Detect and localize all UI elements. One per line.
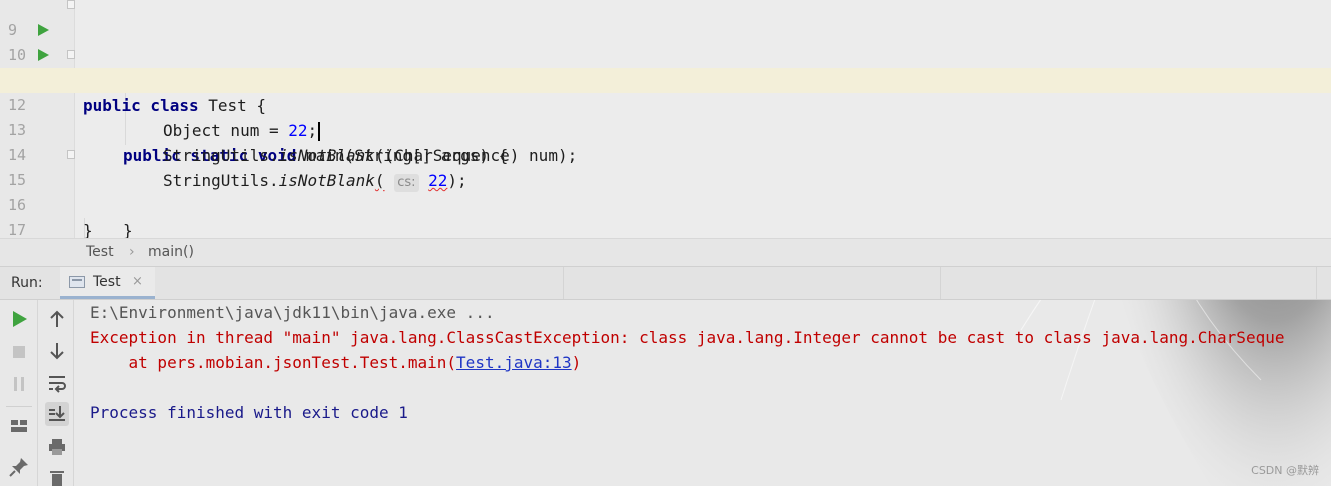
breadcrumb: Test › main(): [0, 238, 1331, 267]
fold-icon[interactable]: [67, 0, 75, 9]
print-icon[interactable]: [45, 435, 69, 459]
scroll-to-end-icon[interactable]: [45, 402, 69, 426]
trash-icon[interactable]: [45, 466, 69, 486]
console-finished-line: Process finished with exit code 1: [90, 403, 408, 422]
run-toolbar: [0, 300, 74, 486]
run-gutter-icon[interactable]: [38, 49, 49, 61]
console-tab-icon: [69, 276, 85, 288]
divider: [940, 267, 941, 299]
divider: [6, 406, 32, 407]
rerun-icon[interactable]: [7, 307, 31, 331]
pin-icon[interactable]: [7, 455, 31, 479]
arrow-down-icon[interactable]: [45, 339, 69, 363]
close-icon[interactable]: ×: [132, 274, 143, 289]
breadcrumb-item-method[interactable]: main(): [148, 244, 194, 260]
code-line-current: 12 Object num = 22;: [0, 68, 1331, 141]
run-toolbar-right: [37, 300, 75, 486]
code-line: 14 StringUtils.isNotBlank( cs: 22);: [0, 118, 1331, 192]
divider: [563, 267, 564, 299]
run-gutter-icon[interactable]: [38, 24, 49, 36]
run-tool-header: Run: Test ×: [0, 267, 1331, 300]
layout-icon[interactable]: [7, 414, 31, 438]
code-line: 11 public static void main(String[] args…: [0, 43, 1331, 165]
stacktrace-prefix: at pers.mobian.jsonTest.Test.main(: [90, 353, 457, 372]
arrow-up-icon[interactable]: [45, 307, 69, 331]
code-editor[interactable]: 9 */ 10 public class Test { 11 public st…: [0, 0, 1331, 238]
code-line: 17: [0, 193, 1331, 238]
code-text: }: [83, 221, 93, 238]
breadcrumb-separator: ›: [129, 244, 135, 260]
run-toolbar-left: [0, 300, 37, 486]
fold-icon[interactable]: [67, 150, 75, 159]
code-line: 16 }: [0, 168, 1331, 238]
console-exception-line: Exception in thread "main" java.lang.Cla…: [90, 328, 1285, 347]
divider: [1316, 267, 1317, 299]
code-line: 10 public class Test {: [0, 18, 1331, 115]
run-tab-label: Test: [93, 274, 121, 290]
soft-wrap-icon[interactable]: [45, 371, 69, 395]
stacktrace-suffix: ): [571, 353, 582, 372]
fold-icon[interactable]: [67, 50, 75, 59]
console-stacktrace-line: at pers.mobian.jsonTest.Test.main(Test.j…: [90, 350, 582, 375]
console-command-line: E:\Environment\java\jdk11\bin\java.exe .…: [90, 303, 495, 322]
stacktrace-link[interactable]: Test.java:13: [456, 353, 572, 372]
breadcrumb-item-class[interactable]: Test: [86, 244, 114, 260]
watermark: CSDN @默辨: [1251, 464, 1319, 477]
code-line: 13 StringUtils.isNotBlank((CharSequence)…: [0, 93, 1331, 165]
run-title: Run:: [11, 275, 43, 291]
pause-icon[interactable]: [7, 372, 31, 396]
code-line: 9 */: [0, 0, 1331, 90]
console-output[interactable]: E:\Environment\java\jdk11\bin\java.exe .…: [74, 300, 1331, 486]
stop-icon[interactable]: [7, 340, 31, 364]
code-line: 15 }: [0, 143, 1331, 238]
code-text: }: [123, 221, 133, 238]
line-number: 17: [8, 221, 27, 238]
run-tab-test[interactable]: Test ×: [60, 267, 155, 299]
ide-window: 9 */ 10 public class Test { 11 public st…: [0, 0, 1331, 486]
